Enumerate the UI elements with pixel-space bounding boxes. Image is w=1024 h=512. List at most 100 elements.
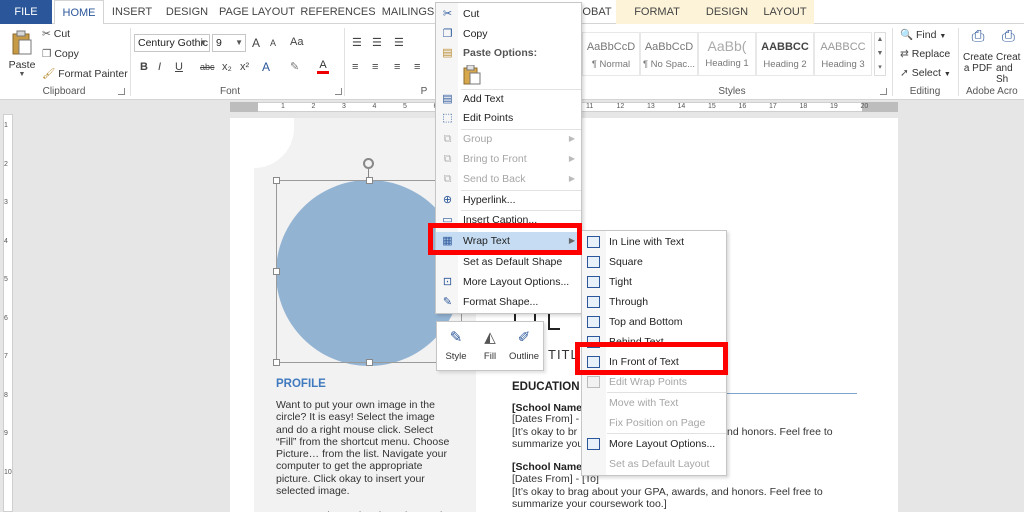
- bold-button[interactable]: B: [140, 61, 148, 73]
- resize-handle[interactable]: [273, 177, 280, 184]
- menu-item-add-text[interactable]: ▤ Add Text: [436, 90, 581, 109]
- wrap-through[interactable]: Through: [582, 292, 726, 312]
- tab-references[interactable]: REFERENCES: [300, 0, 376, 24]
- add-text-icon: ▤: [442, 93, 453, 105]
- shape-outline-button[interactable]: ✐ Outline: [507, 328, 541, 368]
- align-center-icon[interactable]: ≡: [372, 61, 378, 73]
- menu-item-group[interactable]: ⧉ Group ▶: [436, 130, 581, 149]
- paste-button[interactable]: Paste ▼: [6, 28, 38, 78]
- multilevel-icon[interactable]: ☰: [394, 36, 404, 49]
- shape-style-button[interactable]: ✎ Style: [439, 328, 473, 368]
- profile-text-line: computer to get the appropriate: [276, 460, 423, 473]
- menu-item-edit-points[interactable]: ⬚ Edit Points: [436, 109, 581, 128]
- strikethrough-button[interactable]: abc: [200, 62, 215, 72]
- menu-item-more-layout-options[interactable]: ⊡ More Layout Options...: [436, 273, 581, 292]
- wrap-inline[interactable]: In Line with Text: [582, 232, 726, 252]
- style-sample: AaBb(: [707, 38, 747, 54]
- wrap-tight[interactable]: Tight: [582, 272, 726, 292]
- menu-item-set-default-shape[interactable]: Set as Default Shape: [436, 253, 581, 272]
- ruler-tick-label: 17: [769, 103, 777, 110]
- menu-item-bring-to-front[interactable]: ⧉ Bring to Front ▶: [436, 150, 581, 169]
- bullets-icon[interactable]: ☰: [352, 36, 362, 49]
- clipboard-launcher-icon[interactable]: [118, 88, 125, 95]
- font-color-button[interactable]: A: [316, 59, 330, 75]
- tab-page-layout[interactable]: PAGE LAYOUT: [216, 0, 298, 24]
- menu-item-label: Hyperlink...: [463, 194, 516, 206]
- tab-insert[interactable]: INSERT: [106, 0, 158, 24]
- resize-handle[interactable]: [273, 268, 280, 275]
- numbering-icon[interactable]: ☰: [372, 36, 382, 49]
- wrap-top-bottom[interactable]: Top and Bottom: [582, 312, 726, 332]
- vruler-track: [3, 114, 13, 512]
- create-pdf-button[interactable]: ⎙ Create a PDF: [962, 28, 994, 74]
- tab-design-contextual[interactable]: DESIGN: [700, 0, 754, 24]
- underline-button[interactable]: U: [175, 61, 183, 73]
- style-label: Style: [445, 351, 467, 362]
- profile-text-line: “Fill” from the shortcut menu. Choose: [276, 435, 450, 448]
- highlight-icon[interactable]: ✎: [290, 60, 304, 74]
- create-share-button[interactable]: ⎙ Creat and Sh: [996, 28, 1024, 85]
- resize-handle[interactable]: [366, 359, 373, 366]
- change-case-button[interactable]: Aa: [290, 36, 303, 48]
- wrap-move-with-text[interactable]: Move with Text: [582, 393, 726, 413]
- wrap-edit-points[interactable]: Edit Wrap Points: [582, 372, 726, 392]
- group-divider: [892, 28, 893, 96]
- justify-icon[interactable]: ≡: [414, 61, 420, 73]
- tab-file[interactable]: FILE: [0, 0, 52, 24]
- menu-item-cut[interactable]: ✂ Cut: [436, 5, 581, 24]
- style-normal[interactable]: AaBbCcD ¶ Normal: [582, 32, 640, 76]
- cut-button[interactable]: ✂ Cut: [42, 28, 70, 40]
- menu-item-format-shape[interactable]: ✎ Format Shape...: [436, 293, 581, 312]
- subscript-button[interactable]: x₂: [222, 61, 232, 73]
- vruler-tick-label: 4: [4, 237, 8, 245]
- font-launcher-icon[interactable]: [335, 88, 342, 95]
- menu-item-hyperlink[interactable]: ⊕ Hyperlink...: [436, 191, 581, 210]
- shrink-font-button[interactable]: A: [270, 38, 276, 48]
- highlight-box-in-front-of-text: [575, 342, 728, 375]
- resize-handle[interactable]: [273, 359, 280, 366]
- superscript-button[interactable]: x²: [240, 61, 249, 73]
- font-size-combo[interactable]: 9 ▼: [212, 34, 246, 52]
- tab-home[interactable]: HOME: [54, 0, 104, 25]
- tab-format[interactable]: FORMAT: [628, 0, 686, 24]
- wrap-option-label: Square: [609, 256, 643, 268]
- rotate-handle-icon[interactable]: [363, 158, 374, 169]
- select-button[interactable]: ➚ Select ▼: [900, 67, 951, 79]
- style-icon: ✎: [449, 329, 463, 346]
- wrap-set-default-layout[interactable]: Set as Default Layout: [582, 454, 726, 474]
- education-heading: EDUCATION: [512, 381, 580, 393]
- outline-label: Outline: [508, 351, 540, 362]
- wrap-square[interactable]: Square: [582, 252, 726, 272]
- styles-scroll-icon[interactable]: ▲ ▼ ▾: [874, 32, 886, 76]
- vertical-ruler[interactable]: 1 2 3 4 5 6 7 8 9 10: [0, 114, 16, 512]
- find-button[interactable]: 🔍 Find ▼: [900, 28, 946, 41]
- style-heading-3[interactable]: AABBCC Heading 3: [814, 32, 872, 76]
- align-left-icon[interactable]: ≡: [352, 61, 358, 73]
- tab-acrobat[interactable]: OBAT: [582, 0, 612, 24]
- shape-fill-button[interactable]: ◭ Fill: [473, 328, 507, 368]
- font-family-combo[interactable]: Century Gothic ▼: [134, 34, 210, 52]
- text-effects-icon[interactable]: A: [262, 60, 274, 74]
- italic-button[interactable]: I: [158, 61, 161, 73]
- grow-font-button[interactable]: A: [252, 36, 260, 50]
- style-heading-2[interactable]: AABBCC Heading 2: [756, 32, 814, 76]
- copy-button[interactable]: ❐ Copy: [42, 48, 79, 60]
- align-right-icon[interactable]: ≡: [394, 61, 400, 73]
- ruler-tick-label: 16: [738, 103, 747, 110]
- profile-text-line: and do a right mouse click. Select: [276, 423, 433, 436]
- tab-design[interactable]: DESIGN: [160, 0, 214, 24]
- tab-mailings[interactable]: MAILINGS: [378, 0, 438, 24]
- style-no-spacing[interactable]: AaBbCcD ¶ No Spac...: [640, 32, 698, 76]
- replace-button[interactable]: ⇄ Replace: [900, 48, 950, 60]
- styles-launcher-icon[interactable]: [880, 88, 887, 95]
- resize-handle[interactable]: [366, 177, 373, 184]
- paste-option-button[interactable]: [463, 64, 481, 85]
- style-heading-1[interactable]: AaBb( Heading 1: [698, 32, 756, 76]
- menu-item-send-to-back[interactable]: ⧉ Send to Back ▶: [436, 170, 581, 189]
- wrap-fix-position[interactable]: Fix Position on Page: [582, 413, 726, 433]
- menu-item-copy[interactable]: ❐ Copy: [436, 25, 581, 44]
- tab-layout[interactable]: LAYOUT: [758, 0, 812, 24]
- wrap-more-layout-options[interactable]: More Layout Options...: [582, 434, 726, 454]
- ruler-tick-label: 1: [281, 103, 285, 110]
- format-painter-button[interactable]: 🖌 Format Painter: [42, 67, 128, 80]
